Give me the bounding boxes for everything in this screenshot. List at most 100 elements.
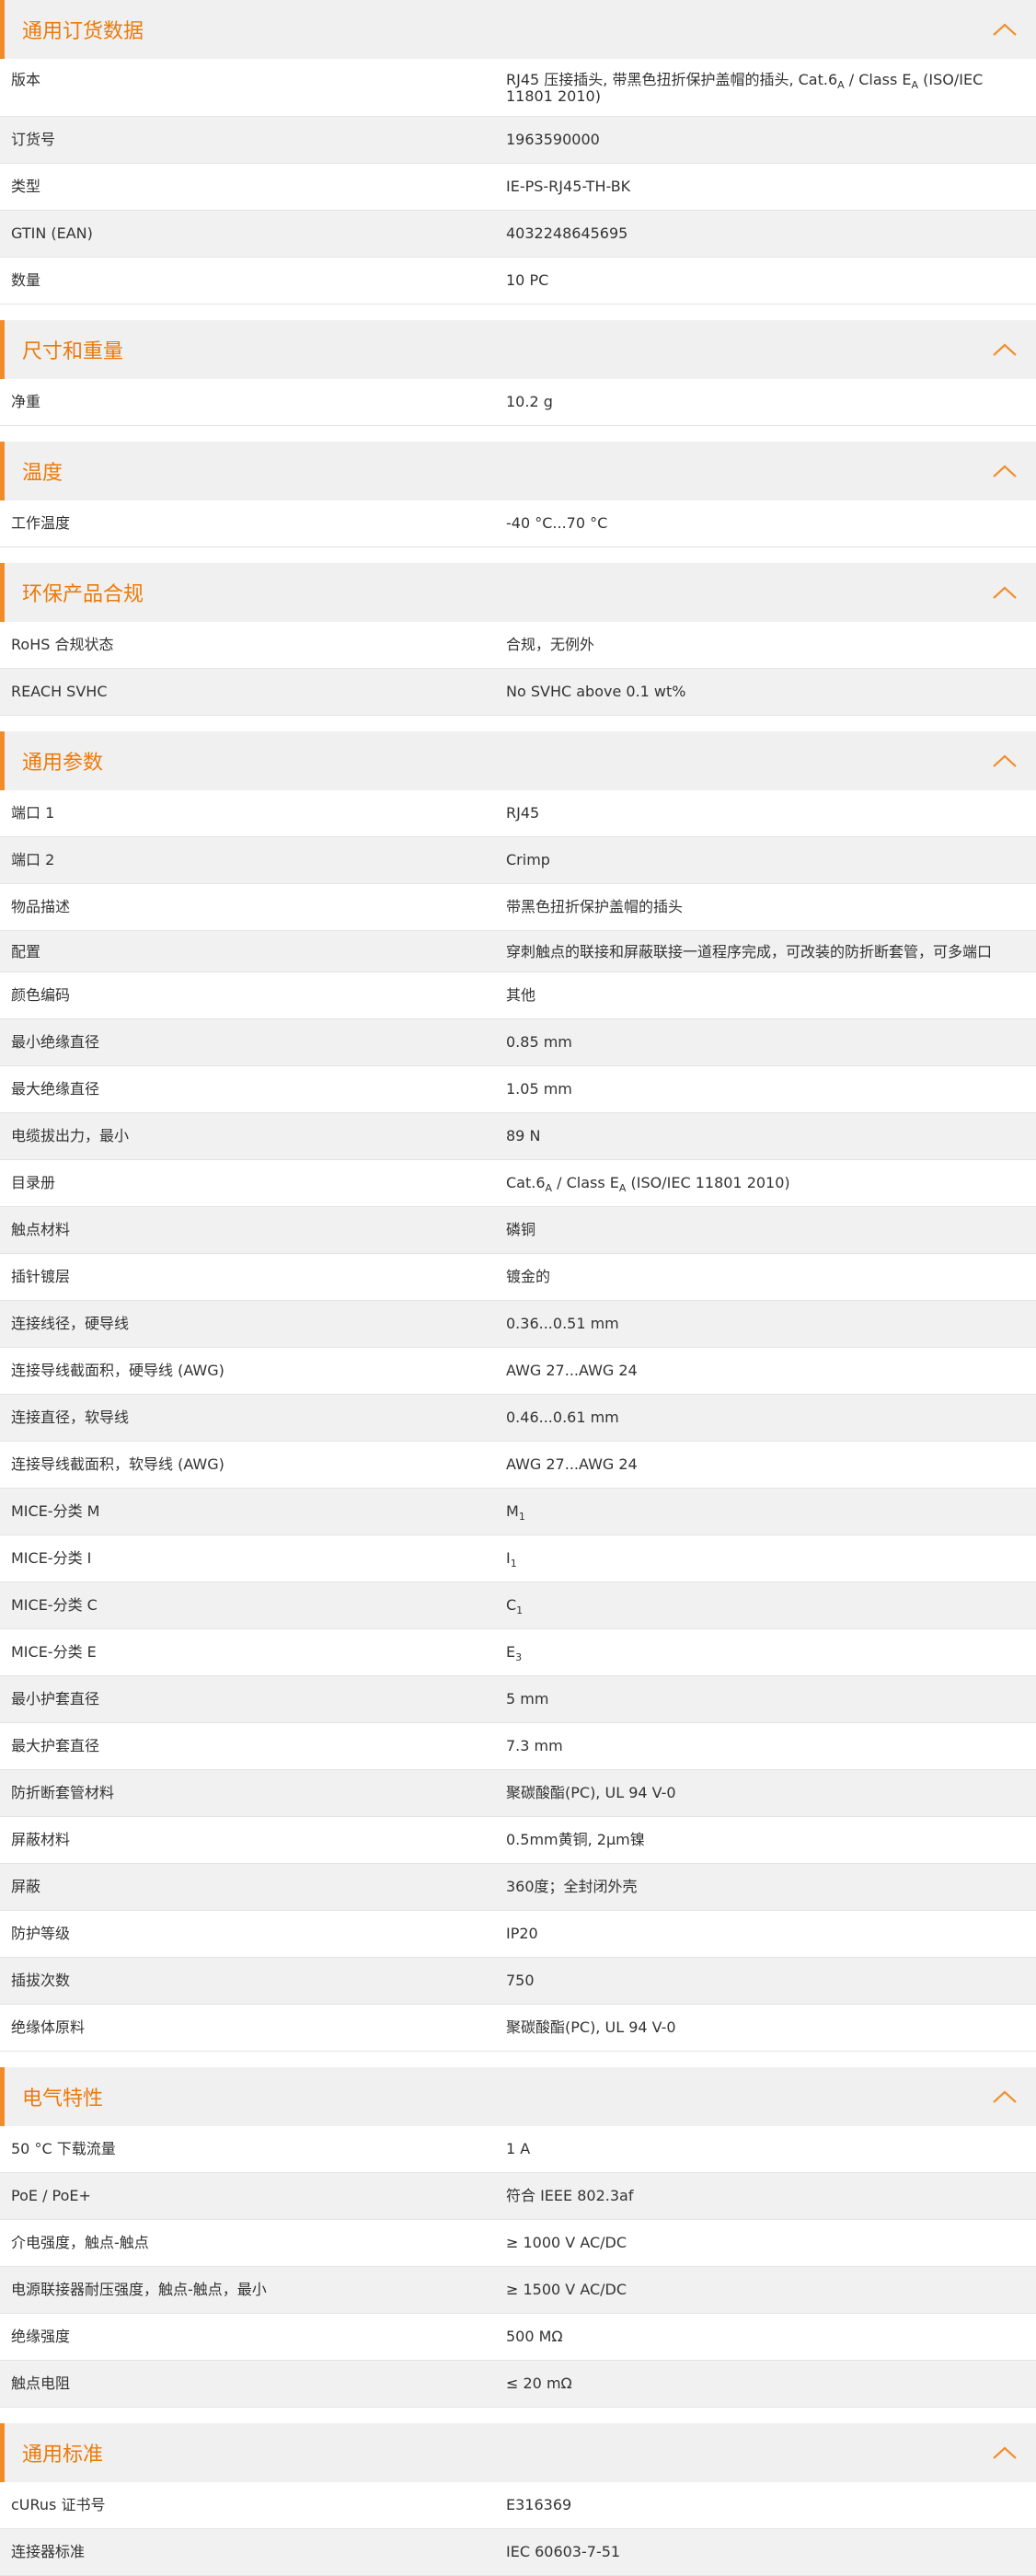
spec-table: 工作温度 -40 °C...70 °C	[0, 500, 1036, 547]
row-value: 10 PC	[506, 271, 549, 289]
table-row: 最小绝缘直径 0.85 mm	[0, 1019, 1036, 1066]
row-value: M1	[506, 1502, 525, 1524]
table-row: 触点材料 磷铜	[0, 1207, 1036, 1254]
chevron-up-icon[interactable]	[992, 2089, 1018, 2104]
section-title: 环保产品合规	[22, 583, 144, 606]
table-row: MICE-分类 M M1	[0, 1489, 1036, 1535]
row-label: RoHS 合规状态	[11, 636, 114, 653]
table-row: 最大绝缘直径 1.05 mm	[0, 1066, 1036, 1113]
row-label: GTIN (EAN)	[11, 224, 93, 242]
chevron-up-icon[interactable]	[992, 753, 1018, 768]
table-row: RoHS 合规状态 合规，无例外	[0, 622, 1036, 669]
chevron-up-icon[interactable]	[992, 464, 1018, 478]
row-value: 0.36...0.51 mm	[506, 1315, 619, 1332]
table-row: 配置 穿刺触点的联接和屏蔽联接一道程序完成，可改装的防折断套管，可多端口	[0, 931, 1036, 972]
row-label: 连接导线截面积，软导线 (AWG)	[11, 1455, 224, 1473]
section-gap	[0, 2408, 1036, 2423]
row-label: 版本	[11, 71, 41, 88]
table-row: 连接线径，硬导线 0.36...0.51 mm	[0, 1301, 1036, 1348]
table-row: 净重 10.2 g	[0, 379, 1036, 426]
table-row: 50 °C 下载流量 1 A	[0, 2126, 1036, 2173]
row-value: 1963590000	[506, 131, 600, 148]
spec-table: 50 °C 下载流量 1 A PoE / PoE+ 符合 IEEE 802.3af 介电…	[0, 2126, 1036, 2408]
section-title: 电气特性	[22, 2087, 104, 2110]
section-title: 尺寸和重量	[22, 340, 124, 363]
section-header[interactable]: 温度	[0, 442, 1036, 500]
chevron-up-icon[interactable]	[992, 342, 1018, 357]
table-row: 防护等级 IP20	[0, 1911, 1036, 1958]
row-value: 5 mm	[506, 1690, 549, 1708]
row-label: 净重	[11, 393, 41, 410]
row-label: MICE-分类 M	[11, 1502, 100, 1520]
chevron-up-icon[interactable]	[992, 585, 1018, 600]
table-row: 防折断套管材料 聚碳酸酯(PC), UL 94 V-0	[0, 1770, 1036, 1817]
row-label: 50 °C 下载流量	[11, 2140, 116, 2157]
table-row: 触点电阻 ≤ 20 mΩ	[0, 2361, 1036, 2408]
row-label: 类型	[11, 178, 41, 195]
chevron-up-icon[interactable]	[992, 22, 1018, 37]
row-label: MICE-分类 C	[11, 1596, 98, 1614]
section-header[interactable]: 环保产品合规	[0, 563, 1036, 622]
row-value: 0.85 mm	[506, 1033, 572, 1051]
section-gap	[0, 2052, 1036, 2067]
table-row: 最小护套直径 5 mm	[0, 1676, 1036, 1723]
section-title: 通用参数	[22, 752, 104, 775]
row-value: 7.3 mm	[506, 1737, 563, 1754]
row-label: 配置	[11, 943, 41, 960]
row-value: RJ45 压接插头, 带黑色扭折保护盖帽的插头, Cat.6A / Class …	[506, 71, 984, 105]
row-value: IE-PS-RJ45-TH-BK	[506, 178, 631, 195]
row-label: 绝缘强度	[11, 2328, 71, 2345]
section-header[interactable]: 尺寸和重量	[0, 320, 1036, 379]
table-row: cURus 证书号 E316369	[0, 2482, 1036, 2529]
row-value: I1	[506, 1549, 517, 1570]
section-header[interactable]: 通用订货数据	[0, 0, 1036, 59]
table-row: 绝缘体原料 聚碳酸酯(PC), UL 94 V-0	[0, 2005, 1036, 2052]
table-row: MICE-分类 E E3	[0, 1629, 1036, 1676]
table-row: 工作温度 -40 °C...70 °C	[0, 500, 1036, 547]
row-value: 500 MΩ	[506, 2328, 563, 2345]
row-label: 数量	[11, 271, 41, 289]
spec-section-5: 电气特性 50 °C 下载流量 1 A PoE / PoE+ 符合 IEEE 802.…	[0, 2067, 1036, 2408]
row-label: 最大绝缘直径	[11, 1080, 100, 1098]
table-row: MICE-分类 C C1	[0, 1582, 1036, 1629]
spec-table: 端口 1 RJ45 端口 2 Crimp 物品描述 带黑色扭折保护盖帽的插头 配置 穿刺触点的…	[0, 790, 1036, 2052]
section-header[interactable]: 通用参数	[0, 731, 1036, 790]
section-header[interactable]: 电气特性	[0, 2067, 1036, 2126]
row-label: 电源联接器耐压强度，触点-触点，最小	[11, 2281, 267, 2298]
row-label: 目录册	[11, 1174, 56, 1191]
row-label: MICE-分类 E	[11, 1643, 97, 1661]
table-row: 连接导线截面积，软导线 (AWG) AWG 27...AWG 24	[0, 1442, 1036, 1489]
spec-section-3: 环保产品合规 RoHS 合规状态 合规，无例外 REACH SVHC No SVHC …	[0, 563, 1036, 716]
row-value: 符合 IEEE 802.3af	[506, 2187, 634, 2204]
table-row: REACH SVHC No SVHC above 0.1 wt%	[0, 669, 1036, 716]
section-gap	[0, 716, 1036, 731]
table-row: 物品描述 带黑色扭折保护盖帽的插头	[0, 884, 1036, 931]
row-value: 360度；全封闭外壳	[506, 1878, 638, 1895]
row-label: 订货号	[11, 131, 56, 148]
row-value: 10.2 g	[506, 393, 553, 410]
section-header[interactable]: 通用标准	[0, 2423, 1036, 2482]
row-value: 1.05 mm	[506, 1080, 572, 1098]
row-value: ≥ 1000 V AC/DC	[506, 2234, 627, 2251]
row-label: 最大护套直径	[11, 1737, 100, 1754]
row-label: 屏蔽材料	[11, 1831, 71, 1848]
row-value: AWG 27...AWG 24	[506, 1362, 638, 1379]
table-row: MICE-分类 I I1	[0, 1535, 1036, 1582]
table-row: 订货号 1963590000	[0, 117, 1036, 164]
section-title: 通用标准	[22, 2444, 104, 2467]
chevron-up-icon[interactable]	[992, 2445, 1018, 2460]
spec-table: cURus 证书号 E316369 连接器标准 IEC 60603-7-51	[0, 2482, 1036, 2576]
row-value: Cat.6A / Class EA (ISO/IEC 11801 2010)	[506, 1174, 790, 1195]
section-gap	[0, 305, 1036, 320]
row-value: 带黑色扭折保护盖帽的插头	[506, 898, 684, 915]
row-label: 介电强度，触点-触点	[11, 2234, 149, 2251]
spec-section-2: 温度 工作温度 -40 °C...70 °C	[0, 442, 1036, 547]
row-value: -40 °C...70 °C	[506, 514, 608, 532]
row-value: ≥ 1500 V AC/DC	[506, 2281, 627, 2298]
spec-section-1: 尺寸和重量 净重 10.2 g	[0, 320, 1036, 426]
row-value: 其他	[506, 986, 536, 1004]
row-value: No SVHC above 0.1 wt%	[506, 683, 686, 700]
row-label: 颜色编码	[11, 986, 71, 1004]
row-label: 防折断套管材料	[11, 1784, 115, 1801]
section-title: 通用订货数据	[22, 20, 144, 43]
